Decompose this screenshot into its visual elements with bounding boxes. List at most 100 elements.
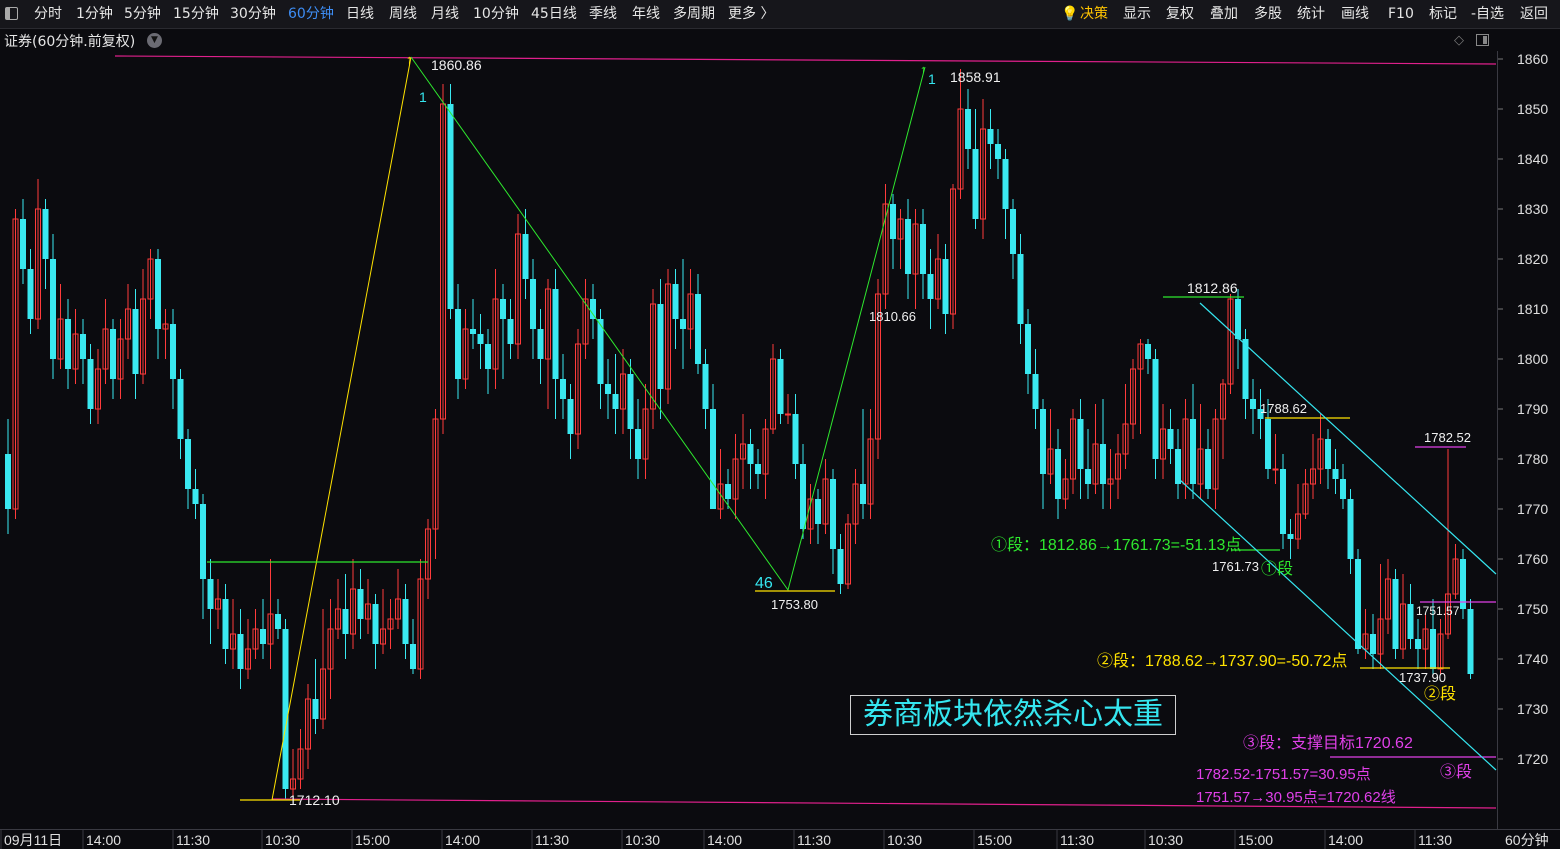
candle-body-down (275, 614, 281, 629)
price-label-1782: 1782.52 (1424, 430, 1471, 445)
candle-body-down (1100, 444, 1106, 484)
y-tick-label: 1720 (1517, 751, 1548, 767)
candle-body-down (260, 629, 266, 644)
candle-body-down (170, 324, 176, 379)
price-label-1737: 1737.90 (1399, 670, 1446, 685)
candle-body-down (500, 299, 506, 319)
y-tick-label: 1790 (1517, 401, 1548, 417)
price-label-1751: 1751.57 (1416, 604, 1460, 618)
y-tick-label: 1810 (1517, 301, 1548, 317)
candle-body-down (50, 259, 56, 359)
candle-body-down (1235, 299, 1241, 339)
candle-body-down (1152, 359, 1159, 459)
y-tick-label: 1800 (1517, 351, 1548, 367)
candle-body-down (42, 209, 49, 259)
x-tick-label: 15:00 (1238, 832, 1273, 848)
candle-body-down (207, 579, 214, 609)
candle-body-down (282, 629, 289, 789)
candle-body-down (1002, 159, 1009, 209)
candle-body-down (590, 299, 596, 319)
candle-body-down (710, 409, 716, 509)
candle-body-down (1242, 339, 1249, 399)
candle-body-down (155, 259, 161, 329)
candle-body-down (312, 699, 319, 719)
candle-body-down (792, 414, 799, 464)
x-tick-label: 14:00 (445, 832, 480, 848)
candle-body-down (627, 374, 634, 429)
candle-body-down (755, 464, 761, 474)
y-tick-label: 1860 (1517, 51, 1548, 67)
candle-body-down (530, 279, 536, 329)
x-tick-label: 10:30 (625, 832, 660, 848)
channel-lower-line (1179, 479, 1497, 771)
annotation-calc1: 1782.52-1751.57=30.95点 (1196, 766, 1371, 783)
x-tick-label: 11:30 (1418, 832, 1452, 848)
candle-body-down (357, 589, 364, 619)
x-tick-label: 11:30 (535, 832, 569, 848)
x-tick-label: 15:00 (355, 832, 390, 848)
x-axis-separator (0, 829, 1560, 830)
candle-body-down (1392, 579, 1399, 649)
candle-body-down (927, 274, 934, 299)
candle-body-down (200, 504, 206, 579)
candle-body-down (87, 359, 94, 409)
x-tick-label: 09月11日 (4, 832, 62, 848)
candle-body-down (20, 219, 26, 269)
annotation-seg3-tag: ③段 (1440, 763, 1472, 781)
x-tick-label: 11:30 (797, 832, 831, 848)
candle-body-down (27, 269, 34, 319)
candle-body-down (1280, 469, 1286, 534)
candle-body-down (1415, 639, 1421, 649)
candle-body-down (410, 644, 416, 669)
candle-body-down (1205, 449, 1211, 489)
x-tick-label: 10:30 (1148, 832, 1183, 848)
candle-body-down (612, 394, 619, 409)
candle-body-down (560, 379, 566, 399)
candle-body-down (815, 499, 821, 524)
candle-body-down (1175, 449, 1181, 484)
candle-body-down (1017, 254, 1024, 324)
price-label-mid1: 1810.66 (869, 309, 916, 324)
y-tick-label: 1850 (1517, 101, 1548, 117)
candle-body-down (972, 149, 979, 219)
candle-body-down (1370, 634, 1376, 654)
candle-body-down (132, 309, 139, 374)
candlestick-chart[interactable]: ↑ ↑ 1860.86 1858.91 1712.10 1753.80 1810.66 181… (0, 0, 1560, 849)
candle-body-down (920, 224, 926, 274)
y-tick-label: 1820 (1517, 251, 1548, 267)
candle-body-down (942, 259, 949, 314)
candle-body-down (1025, 324, 1031, 374)
annotation-seg1: ①段：1812.86→1761.73=-51.13点 (991, 536, 1241, 554)
candle-body-down (635, 429, 641, 459)
annotation-seg2: ②段：1788.62→1737.90=-50.72点 (1097, 652, 1347, 670)
candle-body-down (672, 284, 679, 319)
x-tick-label: 14:00 (1328, 832, 1363, 848)
candle-body-down (507, 319, 514, 344)
candle-body-down (110, 329, 116, 379)
candle-body-down (1325, 439, 1331, 469)
annotation-seg3: ③段：支撑目标1720.62 (1243, 734, 1413, 752)
wave-mark-46: 46 (755, 575, 773, 592)
candle-body-down (455, 309, 461, 379)
price-label-1761: 1761.73 (1212, 559, 1259, 574)
candle-body-down (965, 109, 971, 149)
x-tick-label: 14:00 (86, 832, 121, 848)
candle-body-down (567, 399, 574, 434)
candle-body-down (477, 334, 484, 344)
candle-body-down (1355, 559, 1361, 649)
candle-body-down (522, 234, 529, 279)
annotation-seg2-tag: ②段 (1424, 685, 1456, 703)
candle-body-down (1032, 374, 1039, 409)
candle-body-down (605, 384, 611, 394)
candle-body-down (1407, 604, 1414, 639)
candle-body-down (80, 334, 86, 359)
candle-body-down (5, 454, 11, 509)
x-tick-label: 11:30 (1060, 832, 1094, 848)
y-axis-separator (1497, 51, 1498, 829)
candle-body-down (890, 204, 896, 239)
y-tick-label: 1760 (1517, 551, 1548, 567)
candle-body-down (800, 464, 806, 529)
candle-body-down (657, 304, 664, 389)
candle-body-down (987, 129, 994, 144)
candle-body-down (372, 604, 379, 644)
